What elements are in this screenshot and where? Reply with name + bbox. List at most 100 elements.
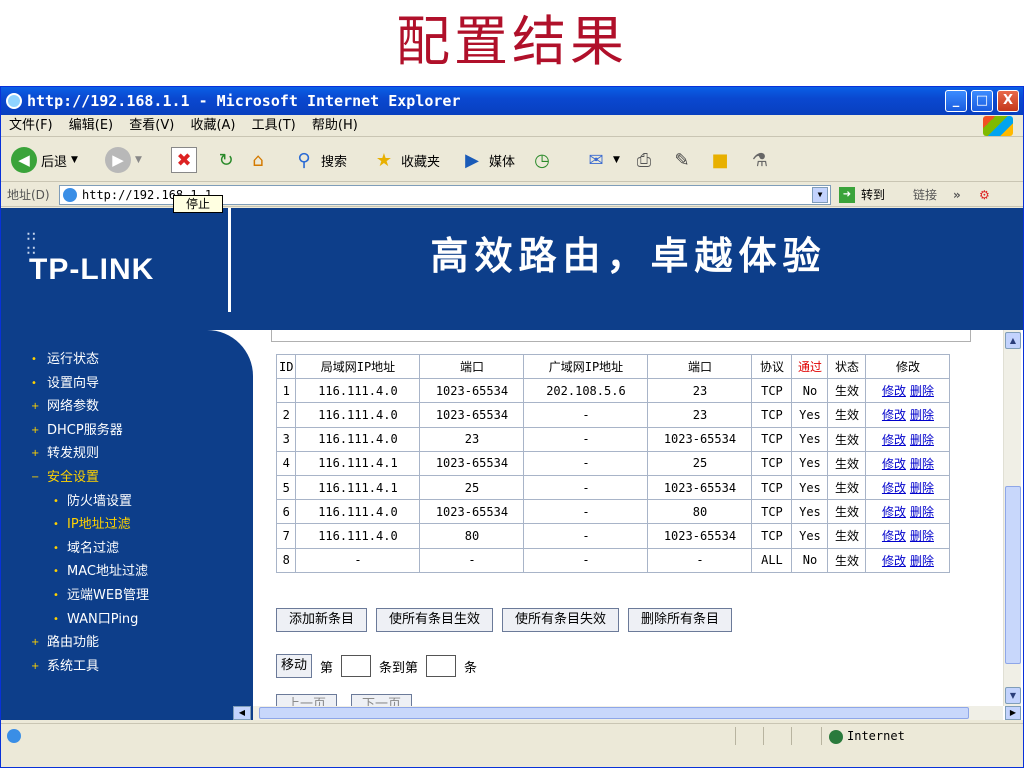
edit-link[interactable]: 修改 xyxy=(882,554,906,568)
links-button[interactable]: 链接 xyxy=(913,183,937,207)
edit-link[interactable]: 修改 xyxy=(882,408,906,422)
sidebar-item[interactable]: • WAN口Ping xyxy=(1,608,253,632)
address-dropdown-icon[interactable]: ▼ xyxy=(812,187,828,203)
search-button[interactable]: ⚲ 搜索 xyxy=(291,145,347,175)
move-from-input[interactable] xyxy=(341,655,372,677)
move-button[interactable]: 移动 xyxy=(276,654,313,678)
table-actions-cell: 修改 删除 xyxy=(865,402,951,428)
go-arrow-icon[interactable]: ➜ xyxy=(839,187,855,203)
forward-dropdown-icon[interactable]: ▼ xyxy=(135,155,142,165)
edit-link[interactable]: 修改 xyxy=(882,481,906,495)
table-cell: 生效 xyxy=(827,474,867,501)
table-cell: - xyxy=(523,499,649,525)
banner-slogan: 高效路由，卓越体验 xyxy=(430,234,827,278)
enable-all-button[interactable]: 使所有条目生效 xyxy=(376,608,494,632)
sidebar-item[interactable]: • 远端WEB管理 xyxy=(1,584,253,608)
bullet-icon: • xyxy=(31,354,37,365)
menu-edit[interactable]: 编辑(E) xyxy=(69,118,113,133)
sidebar-item[interactable]: + 路由功能 xyxy=(1,631,253,655)
table-cell: TCP xyxy=(751,426,793,452)
add-entry-button[interactable]: 添加新条目 xyxy=(276,608,368,632)
maximize-button[interactable]: □ xyxy=(971,90,993,112)
disable-all-button[interactable]: 使所有条目失效 xyxy=(502,608,620,632)
move-to-input[interactable] xyxy=(426,655,457,677)
edit-link[interactable]: 修改 xyxy=(882,384,906,398)
sidebar-item[interactable]: • 域名过滤 xyxy=(1,537,253,561)
vertical-scroll-thumb[interactable] xyxy=(1005,486,1021,664)
scroll-right-icon[interactable]: ▶ xyxy=(1005,706,1021,720)
table-cell: 生效 xyxy=(827,523,867,549)
close-button[interactable]: X xyxy=(997,90,1019,112)
delete-link[interactable]: 删除 xyxy=(910,505,934,519)
stop-button[interactable]: ✖ xyxy=(171,145,197,175)
menu-favorites[interactable]: 收藏(A) xyxy=(190,118,235,133)
sidebar-item[interactable]: • 运行状态 xyxy=(1,348,253,372)
sidebar-item[interactable]: + 系统工具 xyxy=(1,655,253,679)
menu-tools[interactable]: 工具(T) xyxy=(252,118,296,133)
vertical-scrollbar[interactable]: ▲ ▼ xyxy=(1003,330,1021,706)
table-row: 8- - - - ALL No 生效 修改 删除 xyxy=(275,547,951,573)
top-frame-box xyxy=(271,330,971,342)
sidebar-item[interactable]: • 防火墙设置 xyxy=(1,490,253,514)
chevron-right-icon[interactable]: » xyxy=(953,183,961,207)
menu-view[interactable]: 查看(V) xyxy=(129,118,174,133)
back-dropdown-icon[interactable]: ▼ xyxy=(71,155,78,165)
col-modify: 修改 xyxy=(865,353,951,380)
edit-link[interactable]: 修改 xyxy=(882,505,906,519)
delete-link[interactable]: 删除 xyxy=(910,481,934,495)
history-button[interactable]: ◷ xyxy=(529,145,555,175)
delete-link[interactable]: 删除 xyxy=(910,408,934,422)
move-prefix: 第 xyxy=(320,660,334,676)
horizontal-scrollbar[interactable]: ▶ xyxy=(253,706,1021,720)
discuss-button[interactable]: ■ xyxy=(707,145,733,175)
go-button[interactable]: 转到 xyxy=(861,183,885,207)
delete-link[interactable]: 删除 xyxy=(910,384,934,398)
banner-subbar xyxy=(1,312,1023,330)
expand-icon: + xyxy=(31,637,40,649)
zone-label: Internet xyxy=(847,729,905,743)
home-button[interactable]: ⌂ xyxy=(245,145,271,175)
messenger-button[interactable]: ⚗ xyxy=(747,145,773,175)
table-cell: 23 xyxy=(647,402,753,428)
favorites-button[interactable]: ★ 收藏夹 xyxy=(371,145,440,175)
print-button[interactable]: ⎙ xyxy=(631,145,657,175)
refresh-button[interactable]: ↻ xyxy=(213,145,239,175)
minimize-button[interactable]: _ xyxy=(945,90,967,112)
delete-all-button[interactable]: 删除所有条目 xyxy=(628,608,733,632)
sidebar-item[interactable]: + 网络参数 xyxy=(1,395,253,419)
horizontal-scroll-thumb[interactable] xyxy=(259,707,969,719)
delete-link[interactable]: 删除 xyxy=(910,457,934,471)
table-cell: 8 xyxy=(275,547,297,573)
scroll-up-icon[interactable]: ▲ xyxy=(1005,332,1021,349)
menu-help[interactable]: 帮助(H) xyxy=(312,118,358,133)
delete-link[interactable]: 删除 xyxy=(910,433,934,447)
table-cell: - xyxy=(647,547,753,573)
scroll-left-icon[interactable]: ◀ xyxy=(233,706,251,720)
mail-button[interactable]: ✉ ▼ xyxy=(583,145,620,175)
sidebar-item[interactable]: + DHCP服务器 xyxy=(1,419,253,443)
addon-icon[interactable]: ⚙ xyxy=(979,183,990,207)
delete-link[interactable]: 删除 xyxy=(910,529,934,543)
sidebar-item[interactable]: + 转发规则 xyxy=(1,442,253,466)
edit-link[interactable]: 修改 xyxy=(882,457,906,471)
menubar: 文件(F) 编辑(E) 查看(V) 收藏(A) 工具(T) 帮助(H) xyxy=(1,115,1023,137)
menu-file[interactable]: 文件(F) xyxy=(9,118,53,133)
sidebar-item[interactable]: − 安全设置 xyxy=(1,466,253,490)
mail-dropdown-icon[interactable]: ▼ xyxy=(613,155,620,165)
sidebar-item-label: 系统工具 xyxy=(47,658,100,674)
media-button[interactable]: ▶ 媒体 xyxy=(459,145,515,175)
back-button[interactable]: ◀ 后退 ▼ xyxy=(11,145,78,175)
sidebar-item[interactable]: • 设置向导 xyxy=(1,372,253,396)
edit-link[interactable]: 修改 xyxy=(882,433,906,447)
sidebar-item[interactable]: • IP地址过滤 xyxy=(1,513,253,537)
window-titlebar[interactable]: http://192.168.1.1 - Microsoft Internet … xyxy=(1,87,1023,115)
scroll-down-icon[interactable]: ▼ xyxy=(1005,687,1021,704)
sidebar-item[interactable]: • MAC地址过滤 xyxy=(1,560,253,584)
edit-link[interactable]: 修改 xyxy=(882,529,906,543)
table-cell: 1023-65534 xyxy=(419,450,525,476)
edit-button[interactable]: ✎ xyxy=(669,145,695,175)
forward-button[interactable]: ▶ ▼ xyxy=(105,145,142,175)
table-cell: - xyxy=(295,547,421,573)
table-cell: 116.111.4.0 xyxy=(295,378,421,404)
delete-link[interactable]: 删除 xyxy=(910,554,934,568)
